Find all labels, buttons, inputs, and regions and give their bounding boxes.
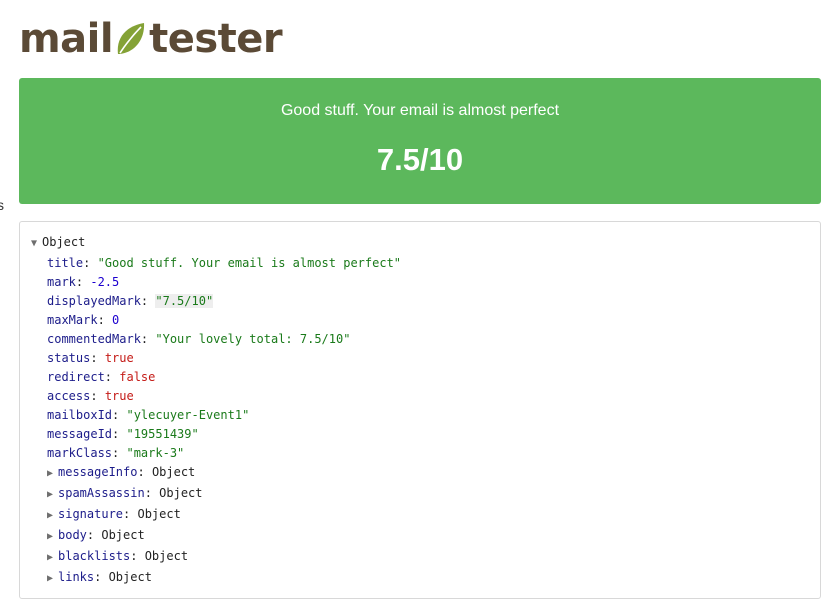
mail-tester-logo[interactable]: mail tester (19, 14, 283, 64)
property-key: access (47, 389, 91, 403)
collapsed-triangle-icon: ▶ (47, 552, 54, 563)
object-root-toggle[interactable]: ▼ Object (31, 235, 85, 249)
property-row-title: title: "Good stuff. Your email is almost… (47, 256, 402, 270)
tree-node-body[interactable]: ▶ body: Object (47, 528, 145, 542)
result-banner: Good stuff. Your email is almost perfect… (19, 78, 821, 204)
object-root-label: Object (42, 235, 86, 249)
property-row-redirect: redirect: false (47, 370, 156, 384)
property-value: "Your lovely total: 7.5/10" (155, 332, 351, 346)
property-row-status: status: true (47, 351, 134, 365)
property-value: 0 (112, 313, 120, 327)
leaf-icon (117, 23, 145, 54)
collapsed-triangle-icon: ▶ (47, 468, 54, 479)
tree-node-spamassassin[interactable]: ▶ spamAssassin: Object (47, 486, 203, 500)
property-value: "ylecuyer-Event1" (126, 408, 250, 422)
tree-node-links[interactable]: ▶ links: Object (47, 570, 152, 584)
expanded-triangle-icon: ▼ (31, 238, 38, 249)
property-row-commentedmark: commentedMark: "Your lovely total: 7.5/1… (47, 332, 351, 346)
property-value: Object (137, 507, 181, 521)
property-key: redirect (47, 370, 105, 384)
property-value: false (119, 370, 156, 384)
property-key: displayedMark (47, 294, 141, 308)
property-key: links (58, 570, 95, 584)
property-key: markClass (47, 446, 113, 460)
property-key: spamAssassin (58, 486, 145, 500)
result-message: Good stuff. Your email is almost perfect (280, 102, 560, 119)
collapsed-triangle-icon: ▶ (47, 573, 54, 584)
property-key: status (47, 351, 91, 365)
property-value: Object (108, 570, 152, 584)
tree-node-messageinfo[interactable]: ▶ messageInfo: Object (47, 465, 195, 479)
collapsed-triangle-icon: ▶ (47, 531, 54, 542)
property-row-access: access: true (47, 389, 134, 403)
collapsed-triangle-icon: ▶ (47, 510, 54, 521)
property-key: title (47, 256, 84, 270)
property-key: mailboxId (47, 408, 113, 422)
collapsed-triangle-icon: ▶ (47, 489, 54, 500)
property-value: "Good stuff. Your email is almost perfec… (97, 256, 402, 270)
logo-text-tester: tester (149, 16, 283, 62)
property-value: Object (101, 528, 145, 542)
property-key: messageId (47, 427, 113, 441)
tree-node-signature[interactable]: ▶ signature: Object (47, 507, 181, 521)
property-key: body (58, 528, 87, 542)
property-value: Object (144, 549, 189, 563)
logo-text-mail: mail (19, 16, 114, 62)
property-key: mark (47, 275, 76, 289)
property-row-mailboxid: mailboxId: "ylecuyer-Event1" (47, 408, 250, 422)
property-value: true (104, 389, 134, 403)
property-row-markclass: markClass: "mark-3" (47, 446, 185, 460)
property-key: maxMark (47, 313, 98, 327)
property-row-displayedmark: displayedMark: "7.5/10" (47, 294, 214, 308)
property-row-messageid: messageId: "19551439" (47, 427, 199, 441)
property-row-mark: mark: -2.5 (47, 275, 120, 289)
property-key: commentedMark (47, 332, 141, 346)
property-value: Object (159, 486, 203, 500)
clipped-edge-text: s (0, 197, 4, 213)
property-key: blacklists (58, 549, 131, 563)
property-value: true (104, 351, 134, 365)
property-row-maxmark: maxMark: 0 (47, 313, 120, 327)
property-key: signature (58, 507, 124, 521)
property-value: "19551439" (126, 427, 199, 441)
property-value: Object (151, 465, 196, 479)
tree-node-blacklists[interactable]: ▶ blacklists: Object (47, 549, 188, 563)
property-value: "7.5/10" (155, 294, 214, 308)
property-key: messageInfo (58, 465, 138, 479)
result-score: 7.5/10 (376, 142, 464, 177)
property-value: "mark-3" (126, 446, 185, 460)
property-value: -2.5 (90, 275, 120, 289)
object-inspector: ▼ Object title: "Good stuff. Your email i… (19, 221, 821, 599)
